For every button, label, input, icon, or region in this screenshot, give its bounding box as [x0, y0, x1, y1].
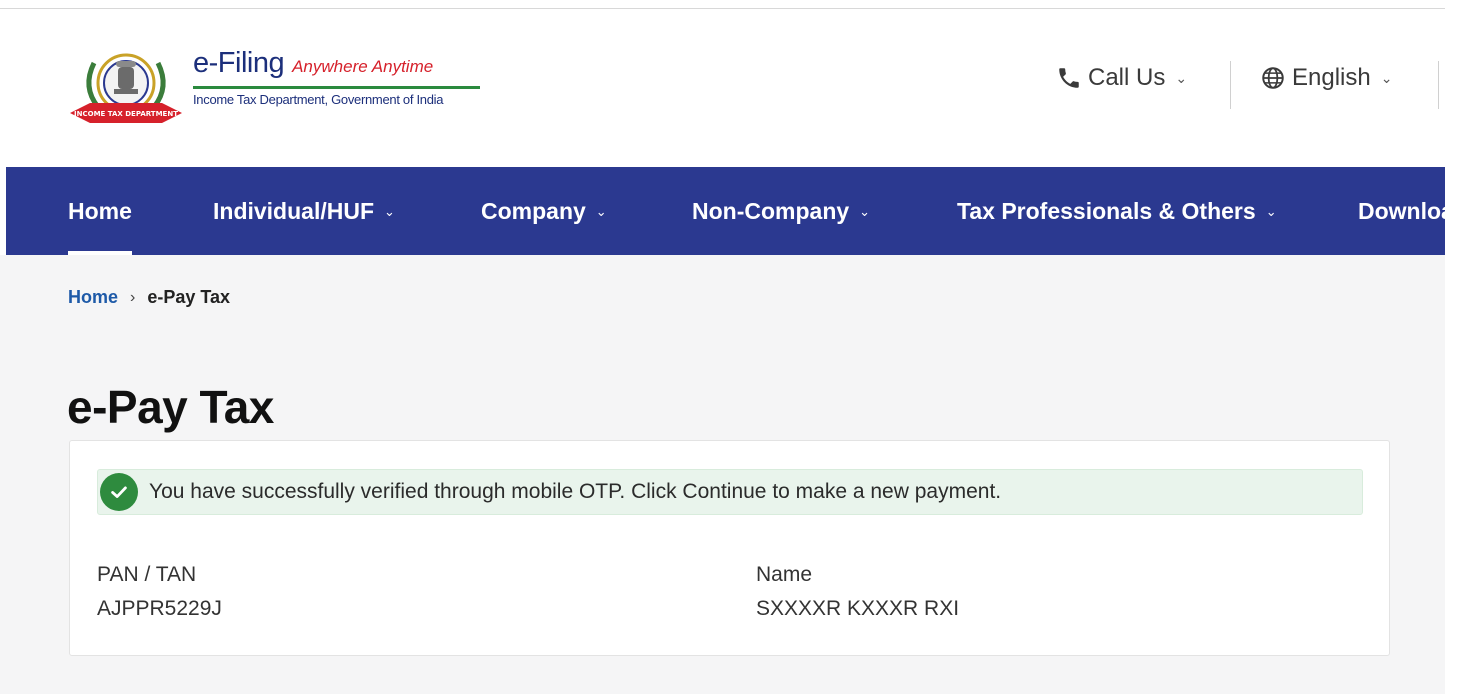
main-navbar: Home Individual/HUF ⌄ Company ⌄ Non-Comp… — [6, 167, 1445, 255]
nav-item-non-company[interactable]: Non-Company ⌄ — [692, 167, 870, 255]
payment-details-card: You have successfully verified through m… — [69, 440, 1390, 656]
check-circle-icon — [100, 473, 138, 511]
success-alert-message: You have successfully verified through m… — [149, 480, 1002, 503]
call-us-dropdown[interactable]: Call Us ⌄ — [1056, 64, 1187, 92]
chevron-down-icon: ⌄ — [1380, 69, 1393, 86]
nav-item-tax-professionals[interactable]: Tax Professionals & Others ⌄ — [957, 167, 1277, 255]
success-alert: You have successfully verified through m… — [97, 469, 1363, 515]
brand-title-row: e-Filing Anywhere Anytime — [193, 47, 433, 80]
chevron-down-icon: ⌄ — [384, 204, 395, 219]
pan-tan-label: PAN / TAN — [97, 563, 197, 586]
call-us-label: Call Us — [1088, 64, 1166, 91]
nav-item-label: Home — [68, 197, 132, 224]
pan-tan-value: AJPPR5229J — [97, 597, 222, 620]
brand-underline — [193, 86, 480, 89]
emblem-banner-text: INCOME TAX DEPARTMENT — [74, 110, 178, 118]
nav-item-label: Individual/HUF — [213, 197, 374, 224]
nav-item-label: Tax Professionals & Others — [957, 197, 1256, 224]
nav-overflow-clip: Downloa — [1358, 167, 1445, 255]
nav-item-label: Downloa — [1358, 197, 1445, 224]
breadcrumb-home-link[interactable]: Home — [68, 287, 118, 308]
globe-icon — [1262, 67, 1284, 89]
brand-tagline: Anywhere Anytime — [292, 57, 434, 76]
name-value: SXXXXR KXXXR RXI — [756, 597, 960, 620]
header-separator — [1230, 61, 1231, 109]
chevron-down-icon: ⌄ — [595, 204, 607, 219]
nav-item-company[interactable]: Company ⌄ — [481, 167, 607, 255]
nav-item-label: Non-Company — [692, 197, 850, 224]
breadcrumb: Home › e-Pay Tax — [68, 287, 230, 308]
income-tax-emblem-logo: INCOME TAX DEPARTMENT — [70, 53, 182, 123]
chevron-down-icon: ⌄ — [1175, 69, 1188, 86]
name-label: Name — [756, 563, 813, 586]
language-label: English — [1292, 64, 1371, 91]
brand-title: e-Filing — [193, 47, 285, 79]
site-header: INCOME TAX DEPARTMENT e-Filing Anywhere … — [0, 9, 1445, 167]
breadcrumb-current: e-Pay Tax — [147, 287, 231, 307]
nav-item-downloads[interactable]: Downloa — [1358, 167, 1445, 255]
chevron-right-icon: › — [130, 288, 136, 306]
chevron-down-icon: ⌄ — [859, 204, 871, 219]
nav-item-individual-huf[interactable]: Individual/HUF ⌄ — [213, 167, 395, 255]
language-dropdown[interactable]: English ⌄ — [1260, 64, 1392, 92]
header-separator — [1438, 61, 1439, 109]
right-gutter — [1445, 0, 1459, 694]
page-title: e-Pay Tax — [67, 381, 274, 433]
nav-item-home[interactable]: Home — [68, 167, 132, 255]
nav-item-label: Company — [481, 197, 586, 224]
chevron-down-icon: ⌄ — [1265, 204, 1277, 219]
phone-icon — [1059, 68, 1079, 88]
brand-subtitle: Income Tax Department, Government of Ind… — [193, 92, 444, 107]
